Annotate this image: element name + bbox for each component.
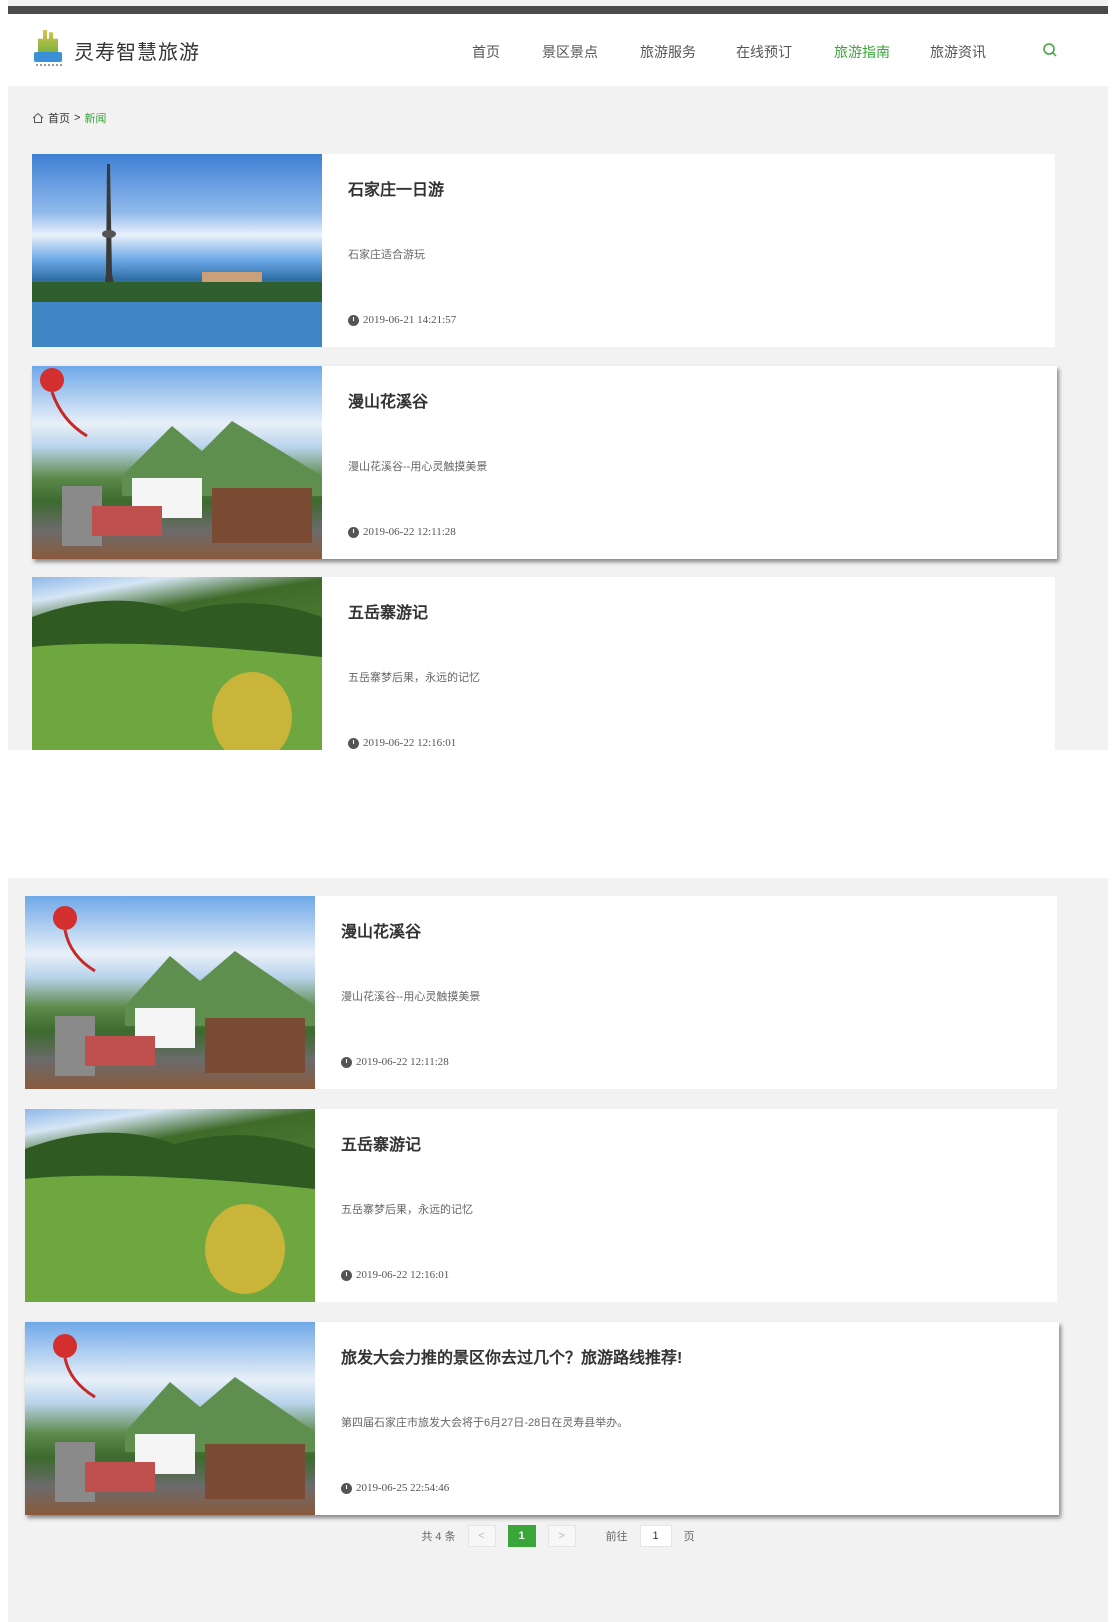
site-title[interactable]: 灵寿智慧旅游 xyxy=(74,36,200,65)
green-hills-illustration xyxy=(32,600,322,750)
article-date: 2019-06-22 12:11:28 xyxy=(348,526,456,538)
article-card[interactable]: 旅发大会力推的景区你去过几个？旅游路线推荐! 第四届石家庄市旅发大会将于6月27… xyxy=(25,1322,1059,1515)
top-screenshot-panel: 灵寿智慧旅游 首页 景区景点 旅游服务 在线预订 旅游指南 旅游资讯 首页 > … xyxy=(8,0,1108,750)
clock-icon xyxy=(341,1056,352,1068)
site-logo[interactable] xyxy=(32,28,66,68)
article-date: 2019-06-25 22:54:46 xyxy=(341,1482,449,1494)
logo-dots xyxy=(36,64,62,66)
tv-tower-illustration xyxy=(32,164,322,347)
page-input[interactable]: 1 xyxy=(639,1525,672,1547)
pagination-total: 共 4 条 xyxy=(421,1531,456,1543)
navbar: 灵寿智慧旅游 首页 景区景点 旅游服务 在线预订 旅游指南 旅游资讯 xyxy=(8,14,1108,86)
article-card[interactable]: 漫山花溪谷 漫山花溪谷--用心灵触摸美景 2019-06-22 12:11:28 xyxy=(25,896,1057,1089)
next-page-button[interactable]: > xyxy=(547,1525,576,1547)
article-thumbnail[interactable] xyxy=(25,1109,315,1302)
article-desc: 五岳寨梦后果，永远的记忆 xyxy=(341,1204,473,1216)
article-date-text: 2019-06-22 12:11:28 xyxy=(363,526,456,538)
top-strip xyxy=(8,6,1108,14)
green-hills-illustration xyxy=(25,1132,315,1302)
breadcrumb-home[interactable]: 首页 xyxy=(48,110,70,126)
article-card[interactable]: 漫山花溪谷 漫山花溪谷--用心灵触摸美景 2019-06-22 12:11:28 xyxy=(32,366,1057,559)
article-date: 2019-06-22 12:16:01 xyxy=(341,1269,449,1281)
nav-travel-news[interactable]: 旅游资讯 xyxy=(930,42,986,62)
article-title[interactable]: 漫山花溪谷 xyxy=(341,918,421,942)
logo-tower-icon xyxy=(38,30,58,52)
article-date-text: 2019-06-22 12:16:01 xyxy=(356,1269,450,1281)
article-desc: 第四届石家庄市旅发大会将于6月27日-28日在灵寿县举办。 xyxy=(341,1417,629,1429)
article-thumbnail[interactable] xyxy=(32,366,322,559)
bottom-screenshot-panel: 漫山花溪谷 漫山花溪谷--用心灵触摸美景 2019-06-22 12:11:28… xyxy=(8,878,1108,1622)
home-icon xyxy=(32,112,44,123)
logo-base-icon xyxy=(34,52,62,62)
article-thumbnail[interactable] xyxy=(32,577,322,750)
article-thumbnail[interactable] xyxy=(25,896,315,1089)
article-card[interactable]: 五岳寨游记 五岳寨梦后果，永远的记忆 2019-06-22 12:16:01 xyxy=(32,577,1055,750)
search-icon[interactable] xyxy=(1042,42,1058,58)
article-date-text: 2019-06-25 22:54:46 xyxy=(356,1482,450,1494)
article-date: 2019-06-22 12:16:01 xyxy=(348,737,456,749)
article-desc: 漫山花溪谷--用心灵触摸美景 xyxy=(348,461,488,473)
article-title[interactable]: 漫山花溪谷 xyxy=(348,388,428,412)
nav-travel-service[interactable]: 旅游服务 xyxy=(640,42,696,62)
valley-gate-illustration xyxy=(40,368,322,546)
nav-home[interactable]: 首页 xyxy=(472,42,500,62)
article-date-text: 2019-06-22 12:11:28 xyxy=(356,1056,449,1068)
goto-label: 前往 xyxy=(605,1531,628,1543)
article-desc: 石家庄适合游玩 xyxy=(348,249,425,261)
article-date-text: 2019-06-21 14:21:57 xyxy=(363,314,457,326)
article-date: 2019-06-21 14:21:57 xyxy=(348,314,456,326)
nav-travel-guide[interactable]: 旅游指南 xyxy=(834,42,890,62)
article-date: 2019-06-22 12:11:28 xyxy=(341,1056,449,1068)
breadcrumb: 首页 > 新闻 xyxy=(32,110,106,126)
article-title[interactable]: 石家庄一日游 xyxy=(348,176,444,200)
clock-icon xyxy=(348,314,359,326)
article-desc: 五岳寨梦后果，永远的记忆 xyxy=(348,672,480,684)
valley-gate-illustration xyxy=(53,906,315,1076)
article-date-text: 2019-06-22 12:16:01 xyxy=(363,737,457,749)
nav-scenic-spots[interactable]: 景区景点 xyxy=(542,42,598,62)
breadcrumb-current: 新闻 xyxy=(84,113,107,125)
article-title[interactable]: 五岳寨游记 xyxy=(348,599,428,623)
clock-icon xyxy=(348,737,359,749)
article-desc: 漫山花溪谷--用心灵触摸美景 xyxy=(341,991,481,1003)
pagination: 共 4 条 < 1 > 前往 1 页 xyxy=(8,1525,1108,1547)
clock-icon xyxy=(341,1482,352,1494)
page-suffix: 页 xyxy=(683,1531,695,1543)
article-thumbnail[interactable] xyxy=(32,154,322,347)
article-card[interactable]: 五岳寨游记 五岳寨梦后果，永远的记忆 2019-06-22 12:16:01 xyxy=(25,1109,1057,1302)
prev-page-button[interactable]: < xyxy=(467,1525,496,1547)
article-title[interactable]: 旅发大会力推的景区你去过几个？旅游路线推荐! xyxy=(341,1344,682,1368)
article-title[interactable]: 五岳寨游记 xyxy=(341,1131,421,1155)
nav-online-booking[interactable]: 在线预订 xyxy=(736,42,792,62)
clock-icon xyxy=(341,1269,352,1281)
valley-gate-illustration xyxy=(53,1334,315,1502)
current-page-button[interactable]: 1 xyxy=(507,1525,536,1547)
breadcrumb-separator: > xyxy=(74,112,81,124)
clock-icon xyxy=(348,526,359,538)
article-card[interactable]: 石家庄一日游 石家庄适合游玩 2019-06-21 14:21:57 xyxy=(32,154,1055,347)
article-thumbnail[interactable] xyxy=(25,1322,315,1515)
